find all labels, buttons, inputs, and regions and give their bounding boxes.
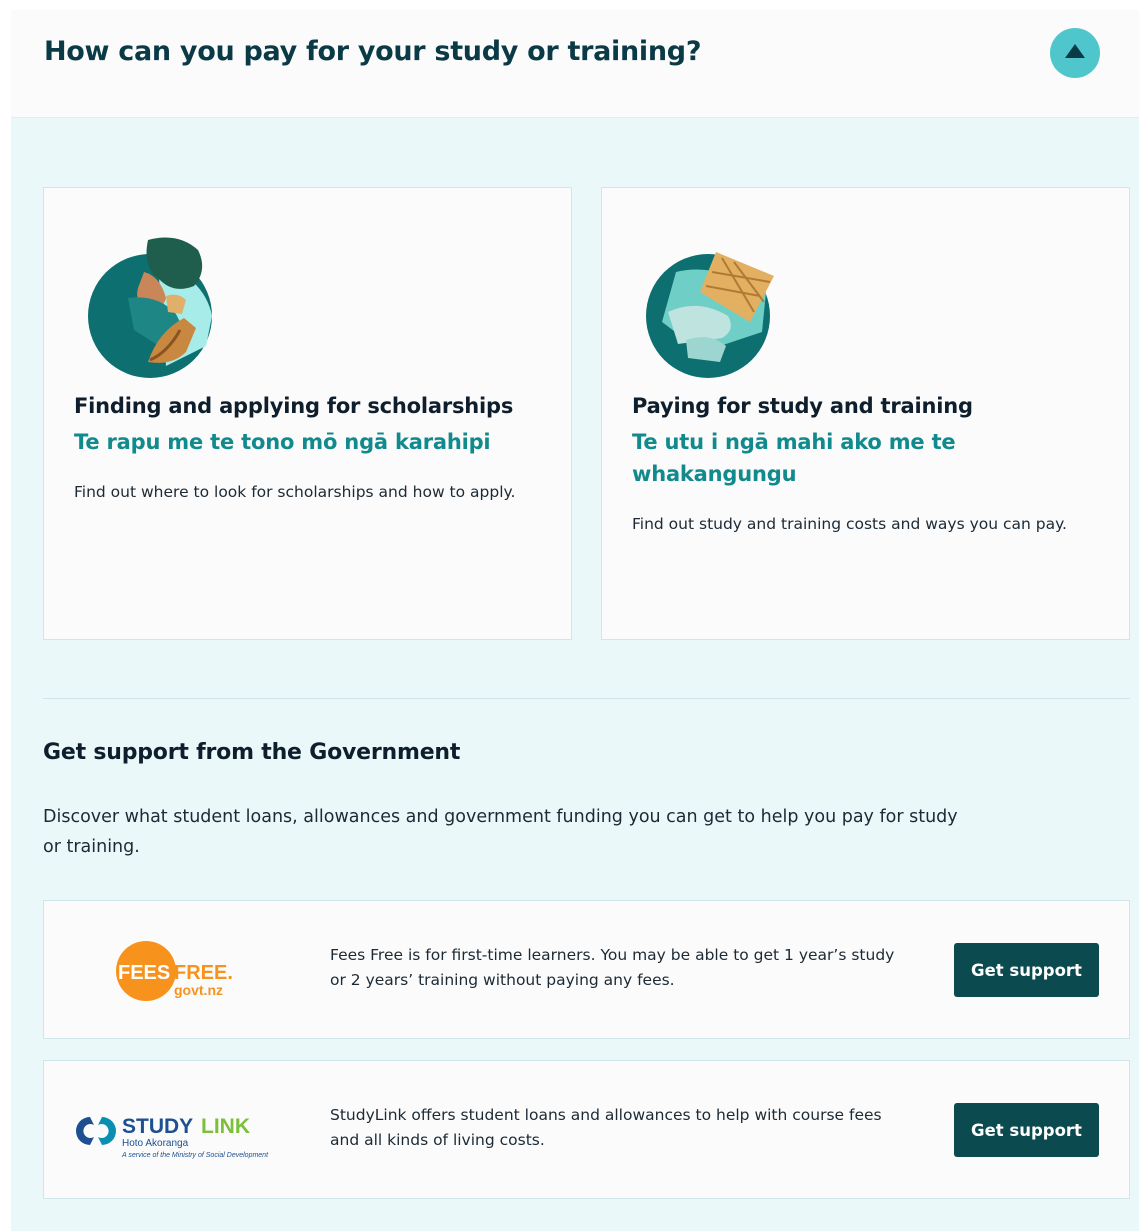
fees-free-text: Fees Free is for first-time learners. Yo… <box>330 946 895 989</box>
svg-text:govt.nz: govt.nz <box>174 982 223 998</box>
carving-illustration-icon <box>88 237 212 378</box>
fees-free-logo: FEES FREE. govt.nz <box>116 941 233 1001</box>
support-section-description: Discover what student loans, allowances … <box>43 807 958 857</box>
svg-text:A service of the Ministry of S: A service of the Ministry of Social Deve… <box>121 1152 269 1159</box>
paying-card[interactable]: Paying for study and training Te utu i n… <box>601 187 1130 640</box>
svg-text:Hoto Akoranga: Hoto Akoranga <box>122 1138 189 1149</box>
section-divider <box>43 698 1130 699</box>
collapse-button[interactable] <box>1050 28 1100 78</box>
studylink-card: STUDY LINK Hoto Akoranga A service of th… <box>43 1060 1130 1199</box>
scholarships-card[interactable]: Finding and applying for scholarships Te… <box>43 187 572 640</box>
card-title-mi: Te rapu me te tono mō ngā karahipi <box>74 430 491 454</box>
card-description: Find out study and training costs and wa… <box>632 515 1067 533</box>
studylink-text: StudyLink offers student loans and allow… <box>330 1106 882 1149</box>
accordion-header[interactable]: How can you pay for your study or traini… <box>11 10 1139 118</box>
card-title-en: Paying for study and training <box>632 394 973 418</box>
weaving-illustration-icon <box>646 252 774 378</box>
card-title-mi: Te utu i ngā mahi ako me te whakangungu <box>632 430 956 486</box>
accordion-panel: How can you pay for your study or traini… <box>11 10 1139 1231</box>
fees-free-card: FEES FREE. govt.nz Fees Free is for firs… <box>43 900 1130 1039</box>
card-description: Find out where to look for scholarships … <box>74 483 516 501</box>
card-title-en: Finding and applying for scholarships <box>74 394 514 418</box>
studylink-logo: STUDY LINK Hoto Akoranga A service of th… <box>76 1115 269 1159</box>
triangle-up-icon <box>1065 44 1085 58</box>
accordion-title: How can you pay for your study or traini… <box>44 36 702 67</box>
support-section-title: Get support from the Government <box>43 740 461 765</box>
svg-text:STUDY: STUDY <box>122 1115 193 1138</box>
svg-text:FREE.: FREE. <box>174 962 233 984</box>
svg-text:FEES: FEES <box>118 962 170 984</box>
fees-free-get-support-button[interactable]: Get support <box>954 943 1099 997</box>
studylink-get-support-button[interactable]: Get support <box>954 1103 1099 1157</box>
svg-text:LINK: LINK <box>201 1115 250 1138</box>
